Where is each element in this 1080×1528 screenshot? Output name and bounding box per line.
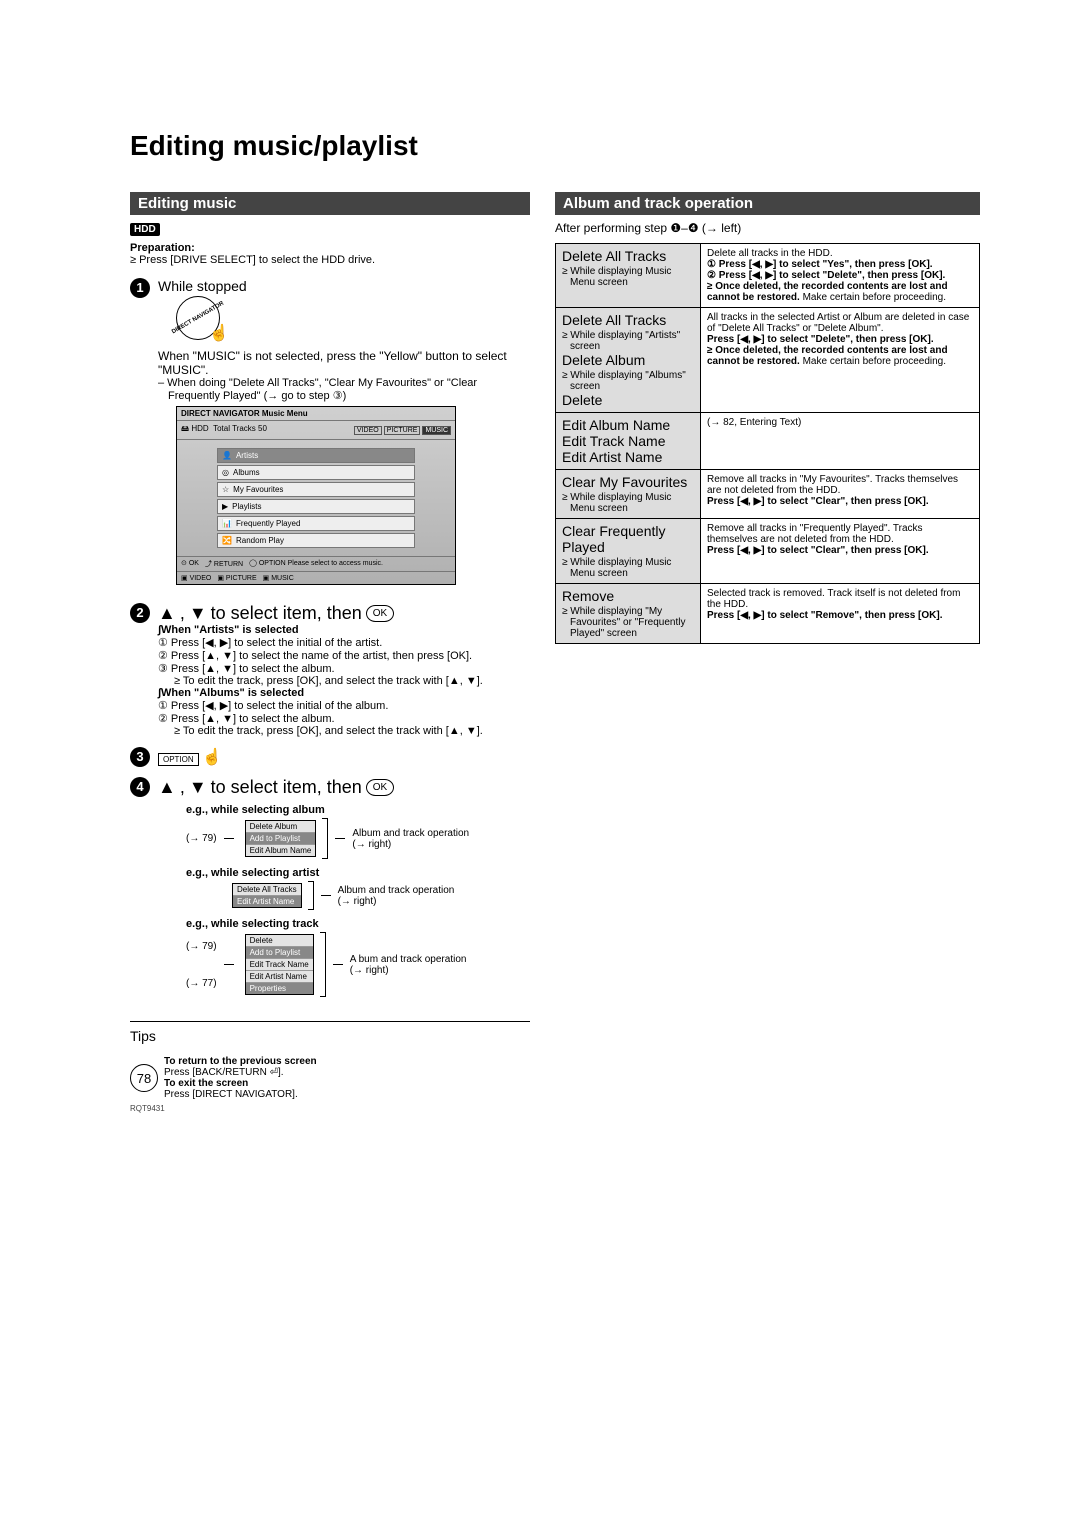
up-arrow-icon-2 (158, 777, 176, 798)
eg-artist-note: Album and track operation (→ right) (338, 885, 458, 907)
tips-exit-b: Press [DIRECT NAVIGATOR]. (164, 1089, 317, 1100)
down-arrow-icon (189, 603, 207, 624)
footer-code: RQT9431 (130, 1104, 530, 1113)
direct-navigator-screen: DIRECT NAVIGATOR Music Menu 🖴 HDD Total … (176, 406, 456, 585)
hdd-badge: HDD (130, 223, 160, 236)
step-4: 4 , to select item, then OK e.g., while … (130, 777, 530, 1005)
artists-line-3: ③ Press [▲, ▼] to select the album. (158, 662, 530, 675)
page-number: 78 (130, 1064, 158, 1092)
op-desc-b1: ① Press [◀, ▶] to select "Yes", then pre… (707, 259, 973, 270)
dn-item-artists: 👤 Artists (217, 448, 415, 463)
artists-line-2: ② Press [▲, ▼] to select the name of the… (158, 649, 530, 662)
right-column: Album and track operation After performi… (555, 192, 980, 644)
hand-icon: ☝ (209, 323, 229, 343)
tips-heading: Tips (130, 1028, 530, 1044)
eg-track-label: e.g., while selecting track (186, 918, 530, 930)
step-2: 2 , to select item, then OK ∫When "Artis… (130, 603, 530, 737)
table-row: Delete All Tracks ≥ While displaying Mus… (556, 244, 980, 308)
step-number-3: 3 (130, 747, 150, 767)
albums-edit: ≥ To edit the track, press [OK], and sel… (174, 725, 530, 737)
table-row: Clear Frequently Played ≥ While displayi… (556, 519, 980, 584)
step-1: 1 While stopped DIRECT NAVIGATOR ☝ When … (130, 278, 530, 593)
operation-table: Delete All Tracks ≥ While displaying Mus… (555, 243, 980, 644)
dn-item-frequently: 📊 Frequently Played (217, 516, 415, 531)
page: Editing music/playlist Editing music HDD… (0, 0, 1080, 1153)
option-menu-track: Delete Add to Playlist Edit Track Name E… (245, 934, 314, 995)
step2-text: to select item, then (211, 603, 362, 624)
hand-icon-2: ☝ (202, 749, 222, 766)
tips-block: 78 To return to the previous screen Pres… (130, 1056, 530, 1100)
op-delete-all-1: Delete All Tracks (562, 248, 694, 264)
step-3: 3 OPTION ☝ (130, 747, 530, 767)
dn-tab-video: VIDEO (354, 426, 382, 435)
album-track-heading: Album and track operation (555, 192, 980, 215)
op-desc-b2: ② Press [◀, ▶] to select "Delete", then … (707, 270, 973, 281)
step-number-1: 1 (130, 278, 150, 298)
preparation-label: Preparation: (130, 242, 530, 254)
step-number-2: 2 (130, 603, 150, 623)
op-desc: Delete all tracks in the HDD. (707, 248, 973, 259)
step-number-4: 4 (130, 777, 150, 797)
dn-title: DIRECT NAVIGATOR Music Menu (181, 409, 308, 418)
table-row: Clear My Favourites ≥ While displaying M… (556, 470, 980, 519)
dn-item-playlists: ▶ Playlists (217, 499, 415, 514)
eg-track-note: A bum and track operation (→ right) (350, 954, 470, 976)
preparation-text: ≥ Press [DRIVE SELECT] to select the HDD… (130, 254, 530, 266)
option-menu-album: Delete Album Add to Playlist Edit Album … (245, 820, 317, 857)
divider (130, 1021, 530, 1022)
down-arrow-icon-2 (189, 777, 207, 798)
option-button-icon: OPTION (158, 753, 199, 766)
artists-edit: ≥ To edit the track, press [OK], and sel… (174, 675, 530, 687)
step1-title: While stopped (158, 278, 530, 294)
ok-button-icon-2: OK (366, 779, 394, 796)
step1-text-b: – When doing "Delete All Tracks", "Clear… (168, 377, 530, 402)
two-column-layout: Editing music HDD Preparation: ≥ Press [… (130, 192, 980, 1113)
dn-item-random: 🔀 Random Play (217, 533, 415, 548)
op-cond: ≥ While displaying Music Menu screen (570, 266, 694, 288)
up-arrow-icon (158, 603, 176, 624)
step4-text: to select item, then (211, 777, 362, 798)
step1-text-a: When "MUSIC" is not selected, press the … (158, 349, 530, 377)
left-column: Editing music HDD Preparation: ≥ Press [… (130, 192, 530, 1113)
albums-line-1: ① Press [◀, ▶] to select the initial of … (158, 699, 530, 712)
eg-track-ref2: (→ 77) (186, 978, 217, 989)
artists-line-1: ① Press [◀, ▶] to select the initial of … (158, 636, 530, 649)
dn-item-albums: ◎ Albums (217, 465, 415, 480)
after-step-note: After performing step ❶–❹ (→ left) (555, 221, 980, 235)
table-row: Delete All Tracks ≥ While displaying "Ar… (556, 308, 980, 413)
ok-button-icon: OK (366, 605, 394, 622)
albums-heading: ∫When "Albums" is selected (158, 687, 530, 699)
dn-tab-music: MUSIC (422, 426, 451, 435)
eg-album-ref: (→ 79) (186, 833, 217, 844)
tips-return-b: Press [BACK/RETURN ⏎]. (164, 1067, 317, 1078)
albums-line-2: ② Press [▲, ▼] to select the album. (158, 712, 530, 725)
eg-artist-label: e.g., while selecting artist (186, 867, 530, 879)
table-row: Remove ≥ While displaying "My Favourites… (556, 584, 980, 644)
table-row: Edit Album Name Edit Track Name Edit Art… (556, 413, 980, 470)
direct-navigator-icon: DIRECT NAVIGATOR ☝ (176, 296, 220, 340)
eg-album-note: Album and track operation (→ right) (352, 828, 472, 850)
eg-track-ref1: (→ 79) (186, 941, 217, 952)
tips-return-h: To return to the previous screen (164, 1056, 317, 1067)
tips-exit-h: To exit the screen (164, 1078, 317, 1089)
option-menu-artist: Delete All Tracks Edit Artist Name (232, 883, 302, 908)
page-title: Editing music/playlist (130, 130, 980, 162)
eg-album-label: e.g., while selecting album (186, 804, 530, 816)
artists-heading: ∫When "Artists" is selected (158, 624, 530, 636)
editing-music-heading: Editing music (130, 192, 530, 215)
dn-tab-picture: PICTURE (384, 426, 421, 435)
dn-item-favourites: ☆ My Favourites (217, 482, 415, 497)
